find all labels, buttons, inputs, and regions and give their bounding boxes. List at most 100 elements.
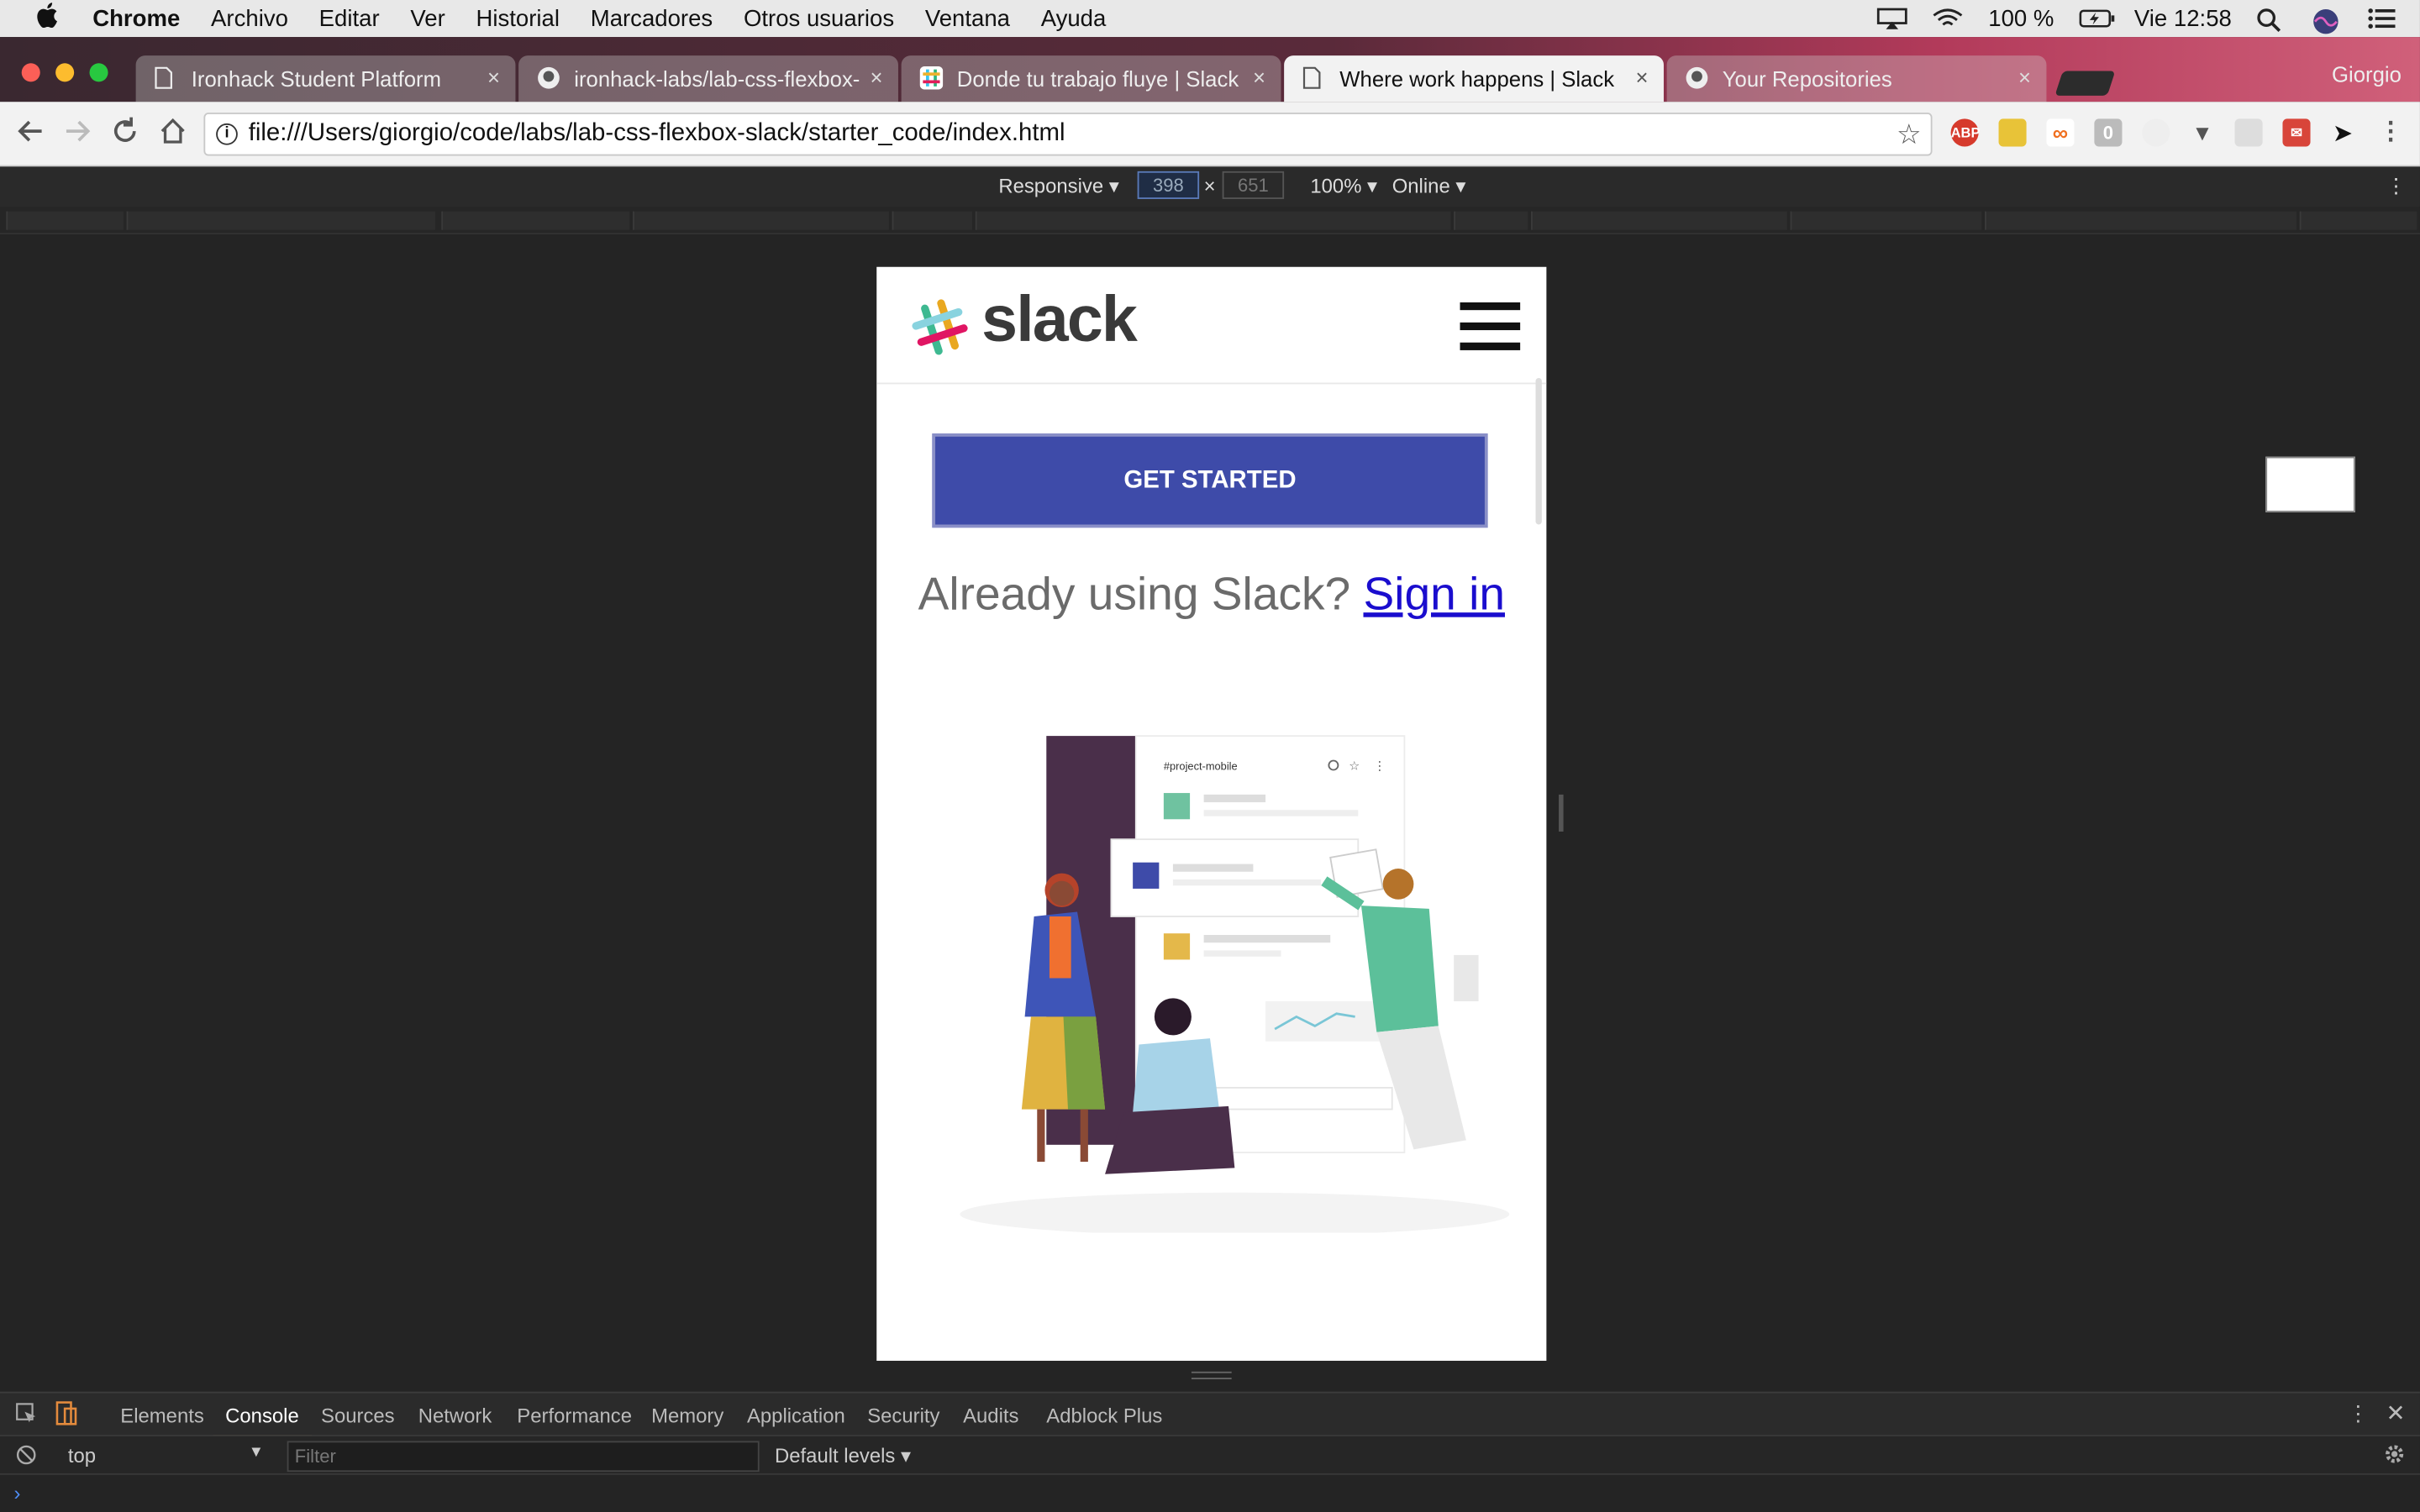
tab-slack-es[interactable]: Donde tu trabajo fluye | Slack × xyxy=(901,55,1281,102)
notification-center-icon[interactable] xyxy=(2367,8,2398,29)
devtools-tab-security[interactable]: Security xyxy=(867,1404,939,1427)
console-filter-input[interactable]: Filter xyxy=(287,1441,760,1473)
viewport-height-input[interactable]: 651 xyxy=(1222,171,1285,199)
console-filter-bar: top ▼ Filter Default levels ▾ xyxy=(0,1435,2420,1475)
window-close-button[interactable] xyxy=(21,63,40,82)
emulated-page: slack GET STARTED Already using Slack? S… xyxy=(876,266,1547,1361)
devtools-tab-audits[interactable]: Audits xyxy=(963,1404,1018,1427)
menu-marcadores[interactable]: Marcadores xyxy=(591,5,713,31)
profile-name[interactable]: Giorgio xyxy=(2332,61,2402,86)
devtools-tab-console[interactable]: Console xyxy=(213,1404,311,1438)
hero-illustration: #project-mobile ☆ ⋮ xyxy=(957,723,1512,1236)
wifi-icon[interactable] xyxy=(1933,8,1964,29)
tab-ironhack-platform[interactable]: Ironhack Student Platform × xyxy=(135,55,516,102)
menu-app-chrome[interactable]: Chrome xyxy=(92,5,180,31)
device-preview-thumbnail[interactable] xyxy=(2265,456,2355,512)
chrome-menu-icon[interactable]: ⋮ xyxy=(2376,118,2405,147)
menubar-clock[interactable]: Vie 12:58 xyxy=(2134,5,2232,31)
tab-close-icon[interactable]: × xyxy=(2018,65,2031,89)
apple-icon[interactable] xyxy=(34,1,61,36)
log-levels-select[interactable]: Default levels ▾ xyxy=(775,1444,911,1468)
mail-extension-icon[interactable]: ✉ xyxy=(2282,118,2311,147)
tab-close-icon[interactable]: × xyxy=(1253,65,1265,89)
svg-text:☆: ☆ xyxy=(1349,760,1360,774)
viewport-width-input[interactable]: 398 xyxy=(1137,171,1200,199)
siri-icon[interactable] xyxy=(2312,8,2343,34)
tab-title: ironhack-labs/lab-css-flexbox- xyxy=(574,66,860,92)
window-minimize-button[interactable] xyxy=(55,63,75,82)
battery-icon[interactable] xyxy=(2079,8,2115,29)
extension-icon[interactable] xyxy=(1998,118,2027,147)
console-output[interactable]: › xyxy=(0,1474,2420,1512)
tab-title: Your Repositories xyxy=(1722,66,1892,92)
device-toolbar-toggle-icon[interactable] xyxy=(55,1401,77,1431)
back-icon[interactable] xyxy=(13,116,50,153)
inspect-element-icon[interactable] xyxy=(15,1403,37,1429)
address-bar[interactable]: i file:///Users/giorgio/code/labs/lab-cs… xyxy=(203,113,1933,156)
device-select[interactable]: Responsive ▾ xyxy=(998,175,1118,199)
document-icon xyxy=(155,66,176,91)
viewport-resize-handle[interactable] xyxy=(1559,794,1564,832)
context-dropdown-icon[interactable]: ▼ xyxy=(249,1444,264,1461)
devtools-tab-sources[interactable]: Sources xyxy=(321,1404,395,1427)
console-settings-gear-icon[interactable] xyxy=(2383,1442,2407,1470)
console-prompt-icon: › xyxy=(13,1481,21,1504)
extension-icon[interactable] xyxy=(2142,118,2170,147)
github-icon xyxy=(537,66,560,91)
tab-close-icon[interactable]: × xyxy=(871,65,883,89)
zoom-select[interactable]: 100% ▾ xyxy=(1310,175,1377,199)
new-tab-button[interactable] xyxy=(2054,71,2116,96)
menu-archivo[interactable]: Archivo xyxy=(211,5,288,31)
get-started-button[interactable]: GET STARTED xyxy=(932,433,1488,528)
devtools-tab-network[interactable]: Network xyxy=(418,1404,492,1427)
pocket-extension-icon[interactable]: ▼ xyxy=(2188,118,2217,147)
device-toolbar-menu-icon[interactable]: ⋮ xyxy=(2386,175,2407,199)
devtools-tab-memory[interactable]: Memory xyxy=(651,1404,723,1427)
svg-text:⋮: ⋮ xyxy=(1374,760,1386,774)
extension-icon[interactable]: 0 xyxy=(2094,118,2123,147)
spotlight-search-icon[interactable] xyxy=(2256,8,2287,33)
infinity-extension-icon[interactable]: ∞ xyxy=(2046,118,2075,147)
tab-close-icon[interactable]: × xyxy=(487,65,500,89)
forward-icon[interactable] xyxy=(59,116,96,153)
network-throttle-select[interactable]: Online ▾ xyxy=(1392,175,1466,199)
devtools-tab-bar: Elements Console Sources Network Perform… xyxy=(0,1391,2420,1438)
slack-logo-icon[interactable] xyxy=(911,297,970,356)
airplay-icon[interactable] xyxy=(1877,8,1908,29)
home-icon[interactable] xyxy=(155,116,192,153)
page-scrollbar[interactable] xyxy=(1535,377,1542,525)
devtools-tab-adblock-plus[interactable]: Adblock Plus xyxy=(1046,1404,1162,1427)
viewport-height-resize-handle[interactable] xyxy=(1191,1371,1232,1380)
hamburger-menu-icon[interactable] xyxy=(1460,302,1521,350)
devtools-tab-elements[interactable]: Elements xyxy=(120,1404,204,1427)
extension-icon[interactable] xyxy=(2234,118,2263,147)
macos-menu-bar: Chrome Archivo Editar Ver Historial Marc… xyxy=(0,0,2420,38)
info-icon[interactable]: i xyxy=(216,123,238,145)
slack-logo-text[interactable]: slack xyxy=(981,282,1138,356)
menu-otros-usuarios[interactable]: Otros usuarios xyxy=(744,5,894,31)
devtools-close-icon[interactable]: ✕ xyxy=(2386,1399,2406,1427)
window-zoom-button[interactable] xyxy=(89,63,108,82)
tab-title: Where work happens | Slack xyxy=(1339,66,1615,92)
reload-icon[interactable] xyxy=(107,116,144,153)
tab-close-icon[interactable]: × xyxy=(1636,65,1649,89)
menu-ayuda[interactable]: Ayuda xyxy=(1041,5,1107,31)
devtools-tab-performance[interactable]: Performance xyxy=(517,1404,632,1427)
extension-icon[interactable]: ➤ xyxy=(2328,118,2357,147)
execution-context-select[interactable]: top xyxy=(68,1444,96,1467)
tab-github-lab[interactable]: ironhack-labs/lab-css-flexbox- × xyxy=(518,55,898,102)
menu-editar[interactable]: Editar xyxy=(319,5,380,31)
page-header: slack xyxy=(876,267,1547,385)
devtools-tab-application[interactable]: Application xyxy=(747,1404,845,1427)
tab-your-repositories[interactable]: Your Repositories × xyxy=(1666,55,2047,102)
menu-ventana[interactable]: Ventana xyxy=(925,5,1010,31)
menu-historial[interactable]: Historial xyxy=(476,5,560,31)
tab-where-work-happens[interactable]: Where work happens | Slack × xyxy=(1284,55,1664,102)
battery-percent: 100 % xyxy=(1988,5,2054,32)
devtools-menu-icon[interactable]: ⋮ xyxy=(2348,1401,2370,1427)
bookmark-star-icon[interactable]: ☆ xyxy=(1897,114,1922,155)
clear-console-icon[interactable] xyxy=(15,1444,37,1470)
sign-in-link[interactable]: Sign in xyxy=(1363,570,1504,621)
menu-ver[interactable]: Ver xyxy=(410,5,445,31)
adblock-extension-icon[interactable]: ABP xyxy=(1950,118,1981,147)
